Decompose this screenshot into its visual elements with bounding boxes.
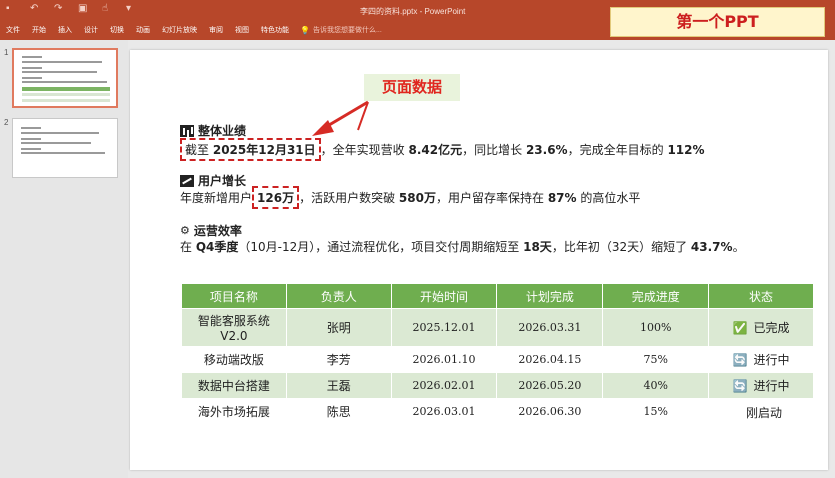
- tab-design[interactable]: 设计: [84, 25, 98, 35]
- tab-review[interactable]: 审阅: [209, 25, 223, 35]
- tab-file[interactable]: 文件: [6, 25, 20, 35]
- customize-toolbar-icon[interactable]: ▾: [126, 4, 138, 14]
- tab-transitions[interactable]: 切换: [110, 25, 124, 35]
- bar-chart-icon: [180, 124, 194, 137]
- present-icon[interactable]: ▣: [78, 4, 90, 14]
- project-table: 项目名称 负责人 开始时间 计划完成 完成进度 状态 智能客服系统V2.0 张明…: [181, 283, 814, 425]
- cell-status: 刚启动: [708, 398, 814, 425]
- cell-end: 2026.06.30: [496, 398, 604, 425]
- table-header-cell: 计划完成: [496, 283, 604, 309]
- redo-icon[interactable]: ↷: [54, 4, 66, 14]
- table-row[interactable]: 海外市场拓展 陈思 2026.03.01 2026.06.30 15% 刚启动: [181, 398, 814, 425]
- ops-text: 在 Q4季度（10月-12月），通过流程优化，项目交付周期缩短至 18天，比年初…: [180, 240, 745, 254]
- table-row[interactable]: 智能客服系统V2.0 张明 2025.12.01 2026.03.31 100%…: [181, 308, 814, 347]
- cell-start: 2026.01.10: [390, 346, 498, 373]
- save-icon[interactable]: ▪: [6, 4, 18, 14]
- trend-chart-icon: [180, 174, 194, 187]
- cell-progress: 40%: [602, 372, 710, 399]
- overall-text: 截至 2025年12月31日 ，全年实现营收 8.42亿元，同比增长 23.6%，…: [180, 138, 705, 161]
- cell-name: 海外市场拓展: [181, 398, 287, 425]
- refresh-icon: 🔄: [732, 378, 748, 393]
- cell-start: 2026.02.01: [390, 372, 498, 399]
- cell-progress: 75%: [602, 346, 710, 373]
- table-header-cell: 完成进度: [602, 283, 710, 309]
- callout-arrow: [312, 100, 369, 136]
- tab-view[interactable]: 视图: [235, 25, 249, 35]
- cell-name: 智能客服系统V2.0: [181, 308, 287, 347]
- ribbon-tabs: 文件 开始 插入 设计 切换 动画 幻灯片放映 审阅 视图 特色功能: [6, 25, 289, 35]
- tab-animations[interactable]: 动画: [136, 25, 150, 35]
- date-highlight: 截至 2025年12月31日: [180, 138, 321, 161]
- cell-start: 2026.03.01: [390, 398, 498, 425]
- tell-me-search[interactable]: 💡 告诉我您想要做什么...: [300, 25, 382, 35]
- cell-start: 2025.12.01: [390, 308, 498, 347]
- cell-status: ✅ 已完成: [708, 308, 814, 347]
- table-row[interactable]: 数据中台搭建 王磊 2026.02.01 2026.05.20 40% 🔄 进行中: [181, 372, 814, 399]
- cell-owner: 李芳: [285, 346, 392, 373]
- lightbulb-icon: 💡: [300, 25, 310, 35]
- table-header-cell: 开始时间: [390, 283, 498, 309]
- cell-status: 🔄 进行中: [708, 372, 814, 399]
- cell-name: 数据中台搭建: [181, 372, 287, 399]
- thumbnail-number: 2: [4, 118, 9, 127]
- tab-insert[interactable]: 插入: [58, 25, 72, 35]
- table-header-cell: 项目名称: [181, 283, 287, 309]
- table-header-cell: 负责人: [285, 283, 392, 309]
- cell-owner: 陈思: [285, 398, 392, 425]
- slide-thumbnail-pane: 1 2: [0, 40, 128, 478]
- quick-access-toolbar: ▪ ↶ ↷ ▣ ☝ ▾: [6, 4, 138, 14]
- tell-me-placeholder: 告诉我您想要做什么...: [312, 27, 382, 34]
- users-text: 年度新增用户 126万 ，活跃用户数突破 580万，用户留存率保持在 87% 的高位…: [180, 186, 640, 209]
- cell-end: 2026.05.20: [496, 372, 604, 399]
- table-header-cell: 状态: [708, 283, 814, 309]
- gear-icon: ⚙: [180, 224, 190, 237]
- touch-mode-icon[interactable]: ☝: [102, 4, 114, 14]
- cell-end: 2026.03.31: [496, 308, 604, 347]
- table-header-row: 项目名称 负责人 开始时间 计划完成 完成进度 状态: [181, 283, 814, 309]
- cell-owner: 张明: [285, 308, 392, 347]
- tab-slideshow[interactable]: 幻灯片放映: [162, 25, 197, 35]
- slide-thumbnail-2[interactable]: [12, 118, 118, 178]
- cell-owner: 王磊: [285, 372, 392, 399]
- new-users-highlight: 126万: [252, 186, 300, 209]
- window-title: 李四的资料.pptx - PowerPoint: [360, 7, 466, 16]
- section-heading-overall: 整体业绩: [180, 122, 246, 139]
- undo-icon[interactable]: ↶: [30, 4, 42, 14]
- tab-features[interactable]: 特色功能: [261, 25, 289, 35]
- section-heading-ops: ⚙ 运营效率: [180, 224, 242, 238]
- table-row[interactable]: 移动端改版 李芳 2026.01.10 2026.04.15 75% 🔄 进行中: [181, 346, 814, 373]
- cell-end: 2026.04.15: [496, 346, 604, 373]
- slide-thumbnail-1[interactable]: [12, 48, 118, 108]
- tab-home[interactable]: 开始: [32, 25, 46, 35]
- thumbnail-number: 1: [4, 48, 9, 57]
- cell-status: 🔄 进行中: [708, 346, 814, 373]
- cell-progress: 100%: [602, 308, 710, 347]
- annotation-badge: 第一个PPT: [610, 7, 825, 37]
- cell-name: 移动端改版: [181, 346, 287, 373]
- cell-progress: 15%: [602, 398, 710, 425]
- check-icon: ✅: [732, 320, 748, 335]
- refresh-icon: 🔄: [732, 352, 748, 367]
